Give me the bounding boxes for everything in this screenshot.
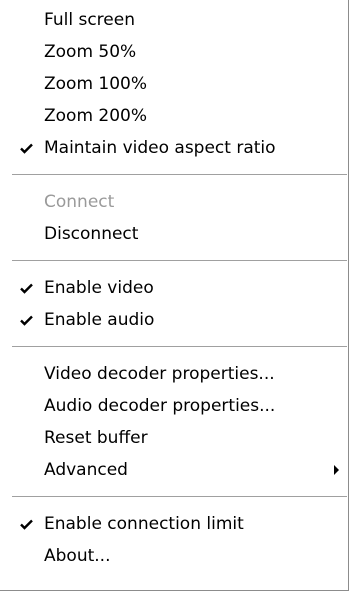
submenu-arrow-icon (334, 465, 339, 475)
menu-item-label: Enable connection limit (44, 514, 244, 534)
menu-item-enable-connection-limit[interactable]: Enable connection limit (0, 508, 347, 540)
menu-item-label: Enable video (44, 278, 154, 298)
menu-separator (12, 260, 347, 262)
menu-item-about[interactable]: About... (0, 540, 347, 572)
menu-item-label: Reset buffer (44, 428, 148, 448)
menu-item-full-screen[interactable]: Full screen (0, 4, 347, 36)
checkmark-icon (16, 304, 36, 336)
menu-item-label: Advanced (44, 460, 128, 480)
menu-item-label: Zoom 100% (44, 74, 148, 94)
menu-item-connect: Connect (0, 186, 347, 218)
menu-item-maintain-video-aspect-ratio[interactable]: Maintain video aspect ratio (0, 132, 347, 164)
menu-item-label: Video decoder properties... (44, 364, 275, 384)
menu-item-label: About... (44, 546, 111, 566)
menu-item-enable-audio[interactable]: Enable audio (0, 304, 347, 336)
menu-item-zoom-200[interactable]: Zoom 200% (0, 100, 347, 132)
menu-item-label: Maintain video aspect ratio (44, 138, 276, 158)
checkmark-icon (16, 508, 36, 540)
menu-separator (12, 496, 347, 498)
menu-item-label: Connect (44, 192, 115, 212)
menu-item-label: Enable audio (44, 310, 155, 330)
menu-item-audio-decoder-properties[interactable]: Audio decoder properties... (0, 390, 347, 422)
menu-item-video-decoder-properties[interactable]: Video decoder properties... (0, 358, 347, 390)
menu-item-zoom-50[interactable]: Zoom 50% (0, 36, 347, 68)
menu-item-label: Audio decoder properties... (44, 396, 276, 416)
menu-separator (12, 346, 347, 348)
menu-item-label: Disconnect (44, 224, 139, 244)
checkmark-icon (16, 272, 36, 304)
menu-separator (12, 174, 347, 176)
menu-item-label: Full screen (44, 10, 135, 30)
menu-item-label: Zoom 50% (44, 42, 137, 62)
menu-item-label: Zoom 200% (44, 106, 148, 126)
menu-item-reset-buffer[interactable]: Reset buffer (0, 422, 347, 454)
context-menu: Full screen Zoom 50% Zoom 100% Zoom 200% Mai… (0, 0, 349, 591)
checkmark-icon (16, 132, 36, 164)
menu-item-enable-video[interactable]: Enable video (0, 272, 347, 304)
menu-item-disconnect[interactable]: Disconnect (0, 218, 347, 250)
menu-item-advanced[interactable]: Advanced (0, 454, 347, 486)
menu-item-zoom-100[interactable]: Zoom 100% (0, 68, 347, 100)
